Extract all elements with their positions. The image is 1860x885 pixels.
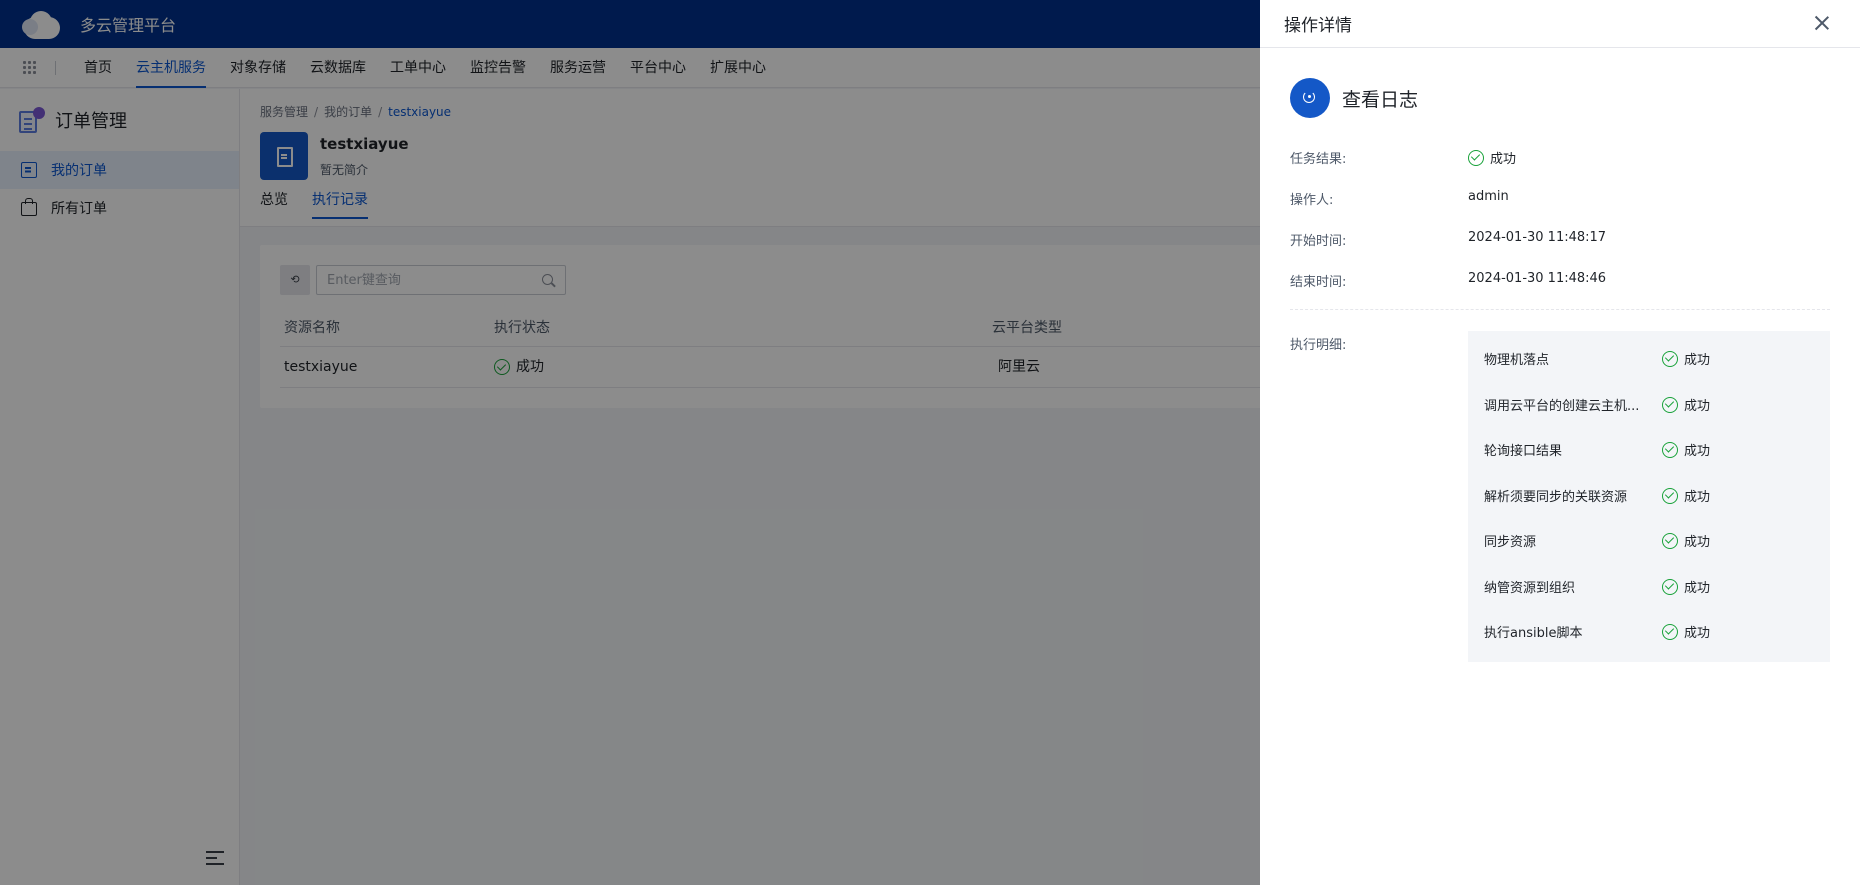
- step-status: 成功: [1684, 535, 1711, 550]
- step-status: 成功: [1684, 490, 1711, 505]
- end-time-value: 2024-01-30 11:48:46: [1468, 271, 1607, 286]
- drawer-header: 操作详情: [1260, 0, 1860, 48]
- success-check-icon: [1468, 149, 1484, 166]
- list-item: 同步资源 成功: [1484, 531, 1814, 551]
- list-item: 轮询接口结果 成功: [1484, 440, 1814, 460]
- success-check-icon: [1662, 396, 1678, 413]
- step-status: 成功: [1684, 444, 1711, 459]
- success-check-icon: [1662, 623, 1678, 640]
- step-status: 成功: [1684, 581, 1711, 596]
- step-name: 纳管资源到组织: [1484, 581, 1576, 596]
- success-check-icon: [1662, 441, 1678, 458]
- log-icon: [1290, 78, 1330, 118]
- operator-value: admin: [1468, 189, 1509, 204]
- list-item: 调用云平台的创建云主机... 成功: [1484, 395, 1814, 415]
- start-time-value: 2024-01-30 11:48:17: [1468, 230, 1607, 245]
- step-status: 成功: [1684, 626, 1711, 641]
- execution-detail-label: 执行明细:: [1290, 338, 1347, 353]
- step-name: 解析须要同步的关联资源: [1484, 490, 1628, 505]
- success-check-icon: [1662, 487, 1678, 504]
- step-status: 成功: [1684, 353, 1711, 368]
- field-label: 任务结果:: [1290, 152, 1347, 167]
- step-name: 调用云平台的创建云主机...: [1484, 399, 1640, 414]
- drawer-title: 操作详情: [1284, 16, 1352, 36]
- success-check-icon: [1662, 578, 1678, 595]
- field-label: 结束时间:: [1290, 275, 1347, 290]
- operation-details-drawer: 操作详情 查看日志 任务结果: 成功 操作人: admin 开始时间: 2024…: [1260, 0, 1860, 885]
- close-icon[interactable]: [1814, 15, 1830, 31]
- step-name: 同步资源: [1484, 535, 1537, 550]
- step-name: 执行ansible脚本: [1484, 626, 1583, 641]
- list-item: 解析须要同步的关联资源 成功: [1484, 486, 1814, 506]
- execution-steps-list: 物理机落点 成功 调用云平台的创建云主机... 成功 轮询接口结果 成功 解析须要同步…: [1468, 331, 1830, 662]
- success-check-icon: [1662, 350, 1678, 367]
- step-name: 物理机落点: [1484, 353, 1550, 368]
- success-check-icon: [1662, 532, 1678, 549]
- field-label: 开始时间:: [1290, 234, 1347, 249]
- task-result-text: 成功: [1490, 152, 1517, 167]
- view-log-title: 查看日志: [1342, 89, 1419, 111]
- drawer-divider: [1290, 309, 1830, 310]
- list-item: 执行ansible脚本 成功: [1484, 622, 1814, 642]
- field-label: 操作人:: [1290, 193, 1334, 208]
- list-item: 物理机落点 成功: [1484, 349, 1814, 369]
- step-status: 成功: [1684, 399, 1711, 414]
- task-result-value: 成功: [1468, 148, 1516, 167]
- list-item: 纳管资源到组织 成功: [1484, 577, 1814, 597]
- step-name: 轮询接口结果: [1484, 444, 1563, 459]
